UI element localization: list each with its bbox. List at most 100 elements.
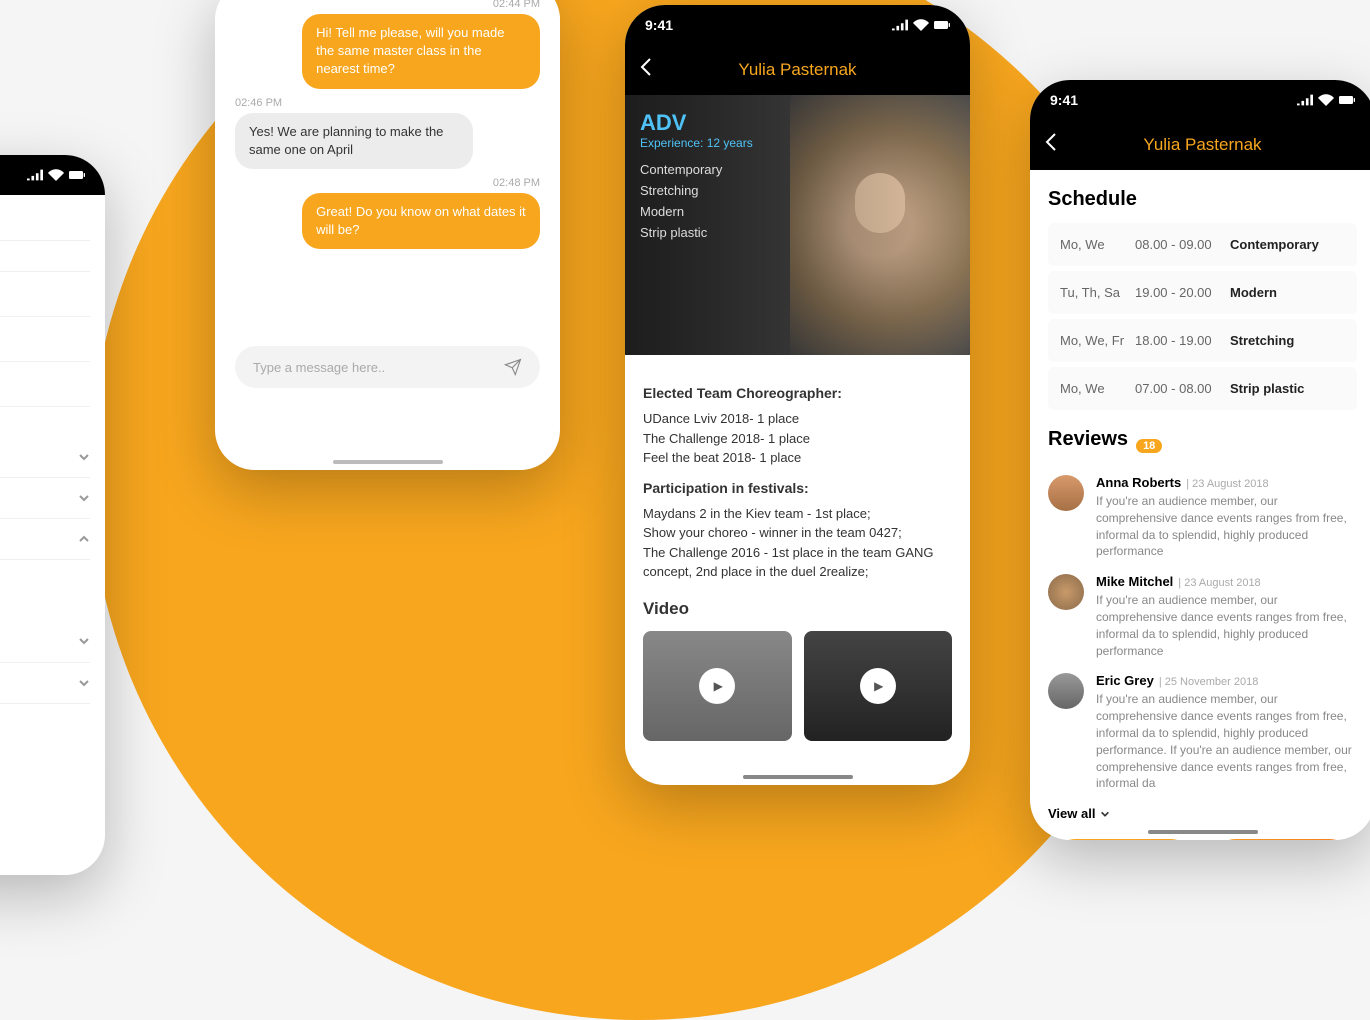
status-bar: 9:41 [1030, 80, 1370, 120]
battery-icon [1339, 94, 1355, 106]
accordion-row[interactable] [0, 478, 90, 519]
faq-answer-text: There is the [0, 560, 90, 594]
section-heading: Video [643, 596, 952, 622]
wifi-icon [913, 19, 929, 31]
review-text: If you're an audience member, our compre… [1096, 592, 1357, 659]
status-bar: 9:41 [625, 5, 970, 45]
play-icon [699, 668, 735, 704]
accordion-row[interactable] [0, 437, 90, 478]
video-thumbnail[interactable] [804, 631, 953, 741]
message-timestamp: 02:46 PM [235, 97, 540, 109]
accordion-row[interactable]: es? [0, 620, 90, 663]
achievement-line: Feel the beat 2018- 1 place [643, 448, 952, 468]
review-date: | 25 November 2018 [1159, 676, 1258, 688]
nav-bar: Yulia Pasternak [1030, 120, 1370, 170]
reviewer-name: Eric Grey [1096, 673, 1154, 688]
level-label: ADV [640, 110, 955, 136]
festival-line: Maydans 2 in the Kiev team - 1st place; [643, 504, 952, 524]
style-tag: Modern [640, 204, 955, 219]
chevron-down-icon [1100, 809, 1110, 819]
lessons-block: (8 lessons) (16 lessons) [0, 317, 90, 362]
schedule-type: Modern [1230, 285, 1277, 300]
send-icon[interactable] [504, 358, 522, 376]
signal-icon [1297, 94, 1313, 106]
schedule-days: Mo, We, Fr [1060, 333, 1135, 348]
status-time: 9:41 [645, 17, 673, 33]
review-text: If you're an audience member, our compre… [1096, 493, 1357, 560]
play-icon [860, 668, 896, 704]
nav-bar: Yulia Pasternak [625, 45, 970, 95]
schedule-days: Mo, We [1060, 237, 1135, 252]
schedule-time: 18.00 - 19.00 [1135, 333, 1230, 348]
outgoing-message[interactable]: Great! Do you know on what dates it will… [302, 193, 540, 249]
schedule-type: Stretching [1230, 333, 1294, 348]
home-indicator [1148, 830, 1258, 834]
schedule-row[interactable]: Mo, We 08.00 - 09.00 Contemporary [1048, 223, 1357, 266]
lessons-block: (8 lessons) (16 lessons) [0, 362, 90, 407]
video-thumbnail[interactable] [643, 631, 792, 741]
chevron-down-icon [78, 635, 90, 647]
signal-icon [892, 19, 908, 31]
nav-title: Yulia Pasternak [738, 60, 856, 80]
back-button[interactable] [1045, 132, 1057, 158]
review-date: | 23 August 2018 [1186, 478, 1268, 490]
accordion-row-expanded[interactable] [0, 519, 90, 560]
home-indicator [743, 775, 853, 779]
home-indicator [333, 460, 443, 464]
achievement-line: UDance Lviv 2018- 1 place [643, 409, 952, 429]
leave-comment-button[interactable]: LEAVE A COMMENT [1048, 839, 1198, 840]
message-timestamp: 02:44 PM [235, 0, 540, 10]
reviewer-name: Anna Roberts [1096, 475, 1181, 490]
review-item[interactable]: Anna Roberts | 23 August 2018 If you're a… [1048, 475, 1357, 560]
back-button[interactable] [640, 57, 652, 83]
phone-pricing-screen: g 50 UAH 20 students (8 lessons) (16 les… [0, 155, 105, 875]
message-input[interactable]: Type a message here.. [235, 346, 540, 388]
festival-line: Show your choreo - winner in the team 04… [643, 523, 952, 543]
avatar [1048, 574, 1084, 610]
chevron-down-icon [78, 492, 90, 504]
schedule-time: 07.00 - 08.00 [1135, 381, 1230, 396]
accordion-row[interactable] [0, 663, 90, 704]
schedule-row[interactable]: Mo, We, Fr 18.00 - 19.00 Stretching [1048, 319, 1357, 362]
section-heading: Participation in festivals: [643, 478, 952, 499]
review-item[interactable]: Mike Mitchel | 23 August 2018 If you're a… [1048, 574, 1357, 659]
incoming-message[interactable]: Yes! We are planning to make the same on… [235, 113, 473, 169]
wifi-icon [1318, 94, 1334, 106]
review-text: If you're an audience member, our compre… [1096, 691, 1357, 792]
reviews-heading: Reviews [1048, 428, 1128, 451]
schedule-days: Tu, Th, Sa [1060, 285, 1135, 300]
schedule-time: 19.00 - 20.00 [1135, 285, 1230, 300]
signal-icon [27, 169, 43, 181]
schedule-row[interactable]: Tu, Th, Sa 19.00 - 20.00 Modern [1048, 271, 1357, 314]
price-line: g 50 UAH [0, 210, 90, 241]
reviews-count-badge: 18 [1136, 439, 1162, 453]
style-tag: Strip plastic [640, 225, 955, 240]
avatar [1048, 673, 1084, 709]
phone-schedule-screen: 9:41 Yulia Pasternak Schedule Mo, We 08.… [1030, 80, 1370, 840]
review-date: | 23 August 2018 [1178, 577, 1260, 589]
style-tag: Contemporary [640, 162, 955, 177]
section-heading: Elected Team Choreographer: [643, 383, 952, 404]
schedule-row[interactable]: Mo, We 07.00 - 08.00 Strip plastic [1048, 367, 1357, 410]
review-item[interactable]: Eric Grey | 25 November 2018 If you're an… [1048, 673, 1357, 792]
experience-label: Experience: 12 years [640, 136, 955, 150]
phone-profile-screen: 9:41 Yulia Pasternak ADV Experience: 12 … [625, 5, 970, 785]
schedule-time: 08.00 - 09.00 [1135, 237, 1230, 252]
view-all-button[interactable]: View all [1048, 806, 1357, 821]
avatar [1048, 475, 1084, 511]
battery-icon [934, 19, 950, 31]
lessons-block: (8 lessons) (16 lessons) [0, 272, 90, 317]
chevron-up-icon [78, 533, 90, 545]
outgoing-message[interactable]: Hi! Tell me please, will you made the sa… [302, 14, 540, 89]
schedule-type: Strip plastic [1230, 381, 1304, 396]
subscribe-button[interactable]: SUBSCRIBE [1208, 839, 1358, 840]
chevron-left-icon [640, 57, 652, 77]
wifi-icon [48, 169, 64, 181]
nav-title: Yulia Pasternak [1143, 135, 1261, 155]
reviewer-name: Mike Mitchel [1096, 574, 1173, 589]
status-bar [0, 155, 105, 195]
faq-answer-text: There is the [0, 594, 90, 620]
group-size: 20 students [0, 241, 90, 272]
chevron-left-icon [1045, 132, 1057, 152]
festival-line: The Challenge 2016 - 1st place in the te… [643, 543, 952, 582]
